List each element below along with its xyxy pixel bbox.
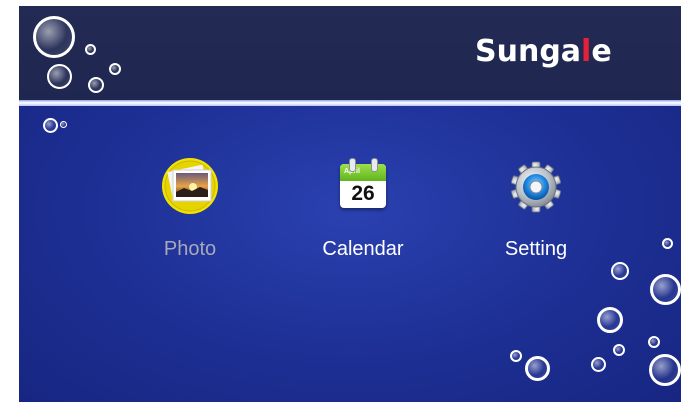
photo-frame-screen: Sungale Photo 26 Calendar Setting (19, 6, 681, 402)
calendar-icon: April 26 (335, 158, 391, 214)
bubble-decoration (591, 357, 606, 372)
calendar-day: 26 (351, 182, 375, 205)
menu-label-setting: Setting (504, 238, 568, 260)
menu-label-calendar: Calendar (322, 238, 404, 260)
brand-logo-accent: l (581, 34, 592, 69)
gear-icon (508, 158, 564, 214)
bubble-decoration (510, 350, 522, 362)
menu-label-photo: Photo (163, 238, 217, 260)
bubble-decoration (109, 63, 121, 75)
brand-logo-text: Sunga (475, 34, 582, 69)
calendar-ring (349, 158, 356, 172)
bubble-decoration (33, 16, 75, 58)
brand-logo: Sungale (475, 34, 655, 74)
menu-item-setting[interactable]: Setting (476, 158, 596, 268)
bubble-decoration (649, 354, 681, 386)
bubble-decoration (85, 44, 96, 55)
bubble-decoration (613, 344, 625, 356)
bubble-decoration (43, 118, 58, 133)
bubble-decoration (597, 307, 623, 333)
bubble-decoration (650, 274, 681, 305)
bubble-decoration (662, 238, 673, 249)
calendar-page: April 26 (340, 164, 386, 208)
menu-item-photo[interactable]: Photo (130, 158, 250, 268)
photo-icon (162, 158, 218, 214)
bubble-decoration (525, 356, 550, 381)
menu-item-calendar[interactable]: April 26 Calendar (303, 158, 423, 268)
brand-logo-text-end: e (591, 34, 612, 69)
bubble-decoration (648, 336, 660, 348)
calendar-ring (371, 158, 378, 172)
bubble-decoration (88, 77, 104, 93)
bubble-decoration (47, 64, 72, 89)
bubble-decoration (60, 121, 67, 128)
bubble-decoration (611, 262, 629, 280)
